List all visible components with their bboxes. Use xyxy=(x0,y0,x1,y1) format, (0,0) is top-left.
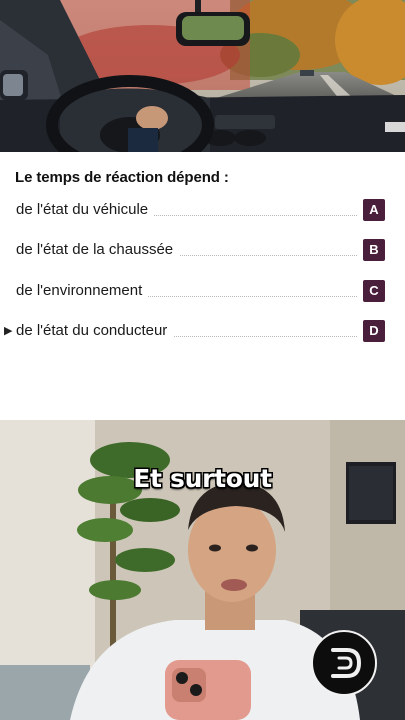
presenter-video: Et surtout xyxy=(0,420,405,720)
answer-option-a[interactable]: de l'état du véhicule A xyxy=(0,197,405,223)
quiz-question: Le temps de réaction dépend : xyxy=(15,169,229,186)
play-triangle-icon: ▶ xyxy=(4,325,13,337)
answer-letter-badge: B xyxy=(363,239,385,261)
answer-text: de l'état de la chaussée xyxy=(16,241,180,258)
answer-option-c[interactable]: de l'environnement C xyxy=(0,278,405,304)
answer-text: de l'environnement xyxy=(16,282,149,299)
answer-letter-badge: D xyxy=(363,320,385,342)
channel-logo-icon[interactable] xyxy=(311,630,377,696)
video-caption: Et surtout xyxy=(133,464,272,493)
answer-option-d[interactable]: ▶ de l'état du conducteur D xyxy=(0,318,405,344)
answer-text: de l'état du véhicule xyxy=(16,201,155,218)
answer-option-b[interactable]: de l'état de la chaussée B xyxy=(0,237,405,263)
quiz-panel: Le temps de réaction dépend : de l'état … xyxy=(0,152,405,420)
answer-letter-badge: A xyxy=(363,199,385,221)
answer-text: de l'état du conducteur xyxy=(16,322,174,339)
car-interior-photo xyxy=(0,0,405,152)
answer-letter-badge: C xyxy=(363,280,385,302)
